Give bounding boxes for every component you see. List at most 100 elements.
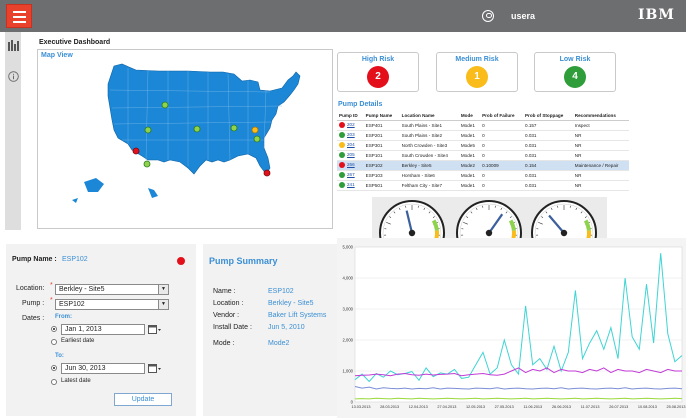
pump-details-table: Pump IDPump NameLocation NameModeProb of… <box>337 111 629 191</box>
table-row[interactable]: 266ESP102Berkley - Site5Mode20.100090.15… <box>337 160 629 170</box>
table-cell: ESP401 <box>364 120 400 130</box>
pump-id-link[interactable]: 241 <box>347 182 355 187</box>
series-line <box>355 398 682 399</box>
pump-id-link[interactable]: 204 <box>347 142 355 147</box>
pump-summary-title: Pump Summary <box>209 256 278 266</box>
table-cell: NR <box>573 170 629 180</box>
high-risk-card[interactable]: High Risk 2 <box>337 52 419 92</box>
status-dot-icon <box>339 142 345 148</box>
table-row[interactable]: 203ESP201South Plains - Site2Mode100.031… <box>337 130 629 140</box>
x-tick-label: 13.03.2013 <box>351 405 370 409</box>
earliest-date-label: Earliest date <box>61 338 94 344</box>
table-cell: North Crowden - Site3 <box>400 140 459 150</box>
summary-install-value: Jun 5, 2010 <box>268 324 305 331</box>
x-tick-label: 27.05.2013 <box>495 405 514 409</box>
to-date-radio[interactable] <box>51 365 57 371</box>
dates-label: Dates : <box>22 315 44 322</box>
table-cell: Mode1 <box>459 130 480 140</box>
status-dot-icon <box>339 162 345 168</box>
location-select[interactable]: Berkley - Site5 ▼ <box>55 284 169 295</box>
table-row[interactable]: 205ESP101South Crowden - Site4Mode100.03… <box>337 150 629 160</box>
info-icon[interactable] <box>8 71 19 82</box>
pump-id-link[interactable]: 202 <box>347 122 355 127</box>
column-header[interactable]: Location Name <box>400 111 459 120</box>
pump-select[interactable]: ESP102 ▼ <box>55 299 169 310</box>
table-cell: Horsham - Site6 <box>400 170 459 180</box>
pump-summary-panel: Pump Summary Name : ESP102 Location : Be… <box>203 244 337 416</box>
high-risk-count: 2 <box>367 66 389 88</box>
medium-risk-label: Medium Risk <box>437 56 517 63</box>
x-tick-label: 10.08.2013 <box>638 405 657 409</box>
status-dot-icon <box>339 132 345 138</box>
calendar-icon[interactable] <box>148 363 162 374</box>
chevron-down-icon[interactable]: ▼ <box>158 285 168 294</box>
user-circle-icon[interactable] <box>482 10 494 22</box>
status-dot-icon <box>339 172 345 178</box>
medium-risk-card[interactable]: Medium Risk 1 <box>436 52 518 92</box>
table-cell: NR <box>573 150 629 160</box>
table-cell: 0 <box>480 130 523 140</box>
x-tick-label: 25.08.2013 <box>666 405 685 409</box>
table-cell: Mode1 <box>459 170 480 180</box>
pump-id-link[interactable]: 205 <box>347 152 355 157</box>
table-row[interactable]: 204ESP301North Crowden - Site3Mode500.03… <box>337 140 629 150</box>
update-button[interactable]: Update <box>114 393 172 406</box>
pump-name-value: ESP102 <box>62 256 88 263</box>
location-label: Location: <box>16 285 44 292</box>
latest-date-radio[interactable] <box>51 379 57 385</box>
table-cell: Berkley - Site5 <box>400 160 459 170</box>
column-header[interactable]: Pump Name <box>364 111 400 120</box>
hamburger-menu-icon[interactable] <box>6 4 32 28</box>
pump-id-link[interactable]: 266 <box>347 162 355 167</box>
from-date-input[interactable]: Jan 1, 2013 <box>61 324 145 335</box>
y-tick-label: 0 <box>351 400 354 405</box>
plot-area <box>355 247 682 402</box>
column-header[interactable]: Recommendations <box>573 111 629 120</box>
status-dot-icon <box>339 152 345 158</box>
table-row[interactable]: 241ESP501Feltham City - Site7Mode100.031… <box>337 180 629 190</box>
table-cell: South Crowden - Site4 <box>400 150 459 160</box>
table-cell: Feltham City - Site7 <box>400 180 459 190</box>
table-cell: NR <box>573 180 629 190</box>
table-cell: Mode1 <box>459 150 480 160</box>
low-risk-card[interactable]: Low Risk 4 <box>534 52 616 92</box>
column-header[interactable]: Prob of Stoppage <box>523 111 573 120</box>
bar-chart-icon[interactable] <box>8 40 19 51</box>
us-map[interactable] <box>38 50 334 230</box>
y-tick-label: 5,000 <box>343 245 354 250</box>
medium-risk-count: 1 <box>466 66 488 88</box>
summary-location-value: Berkley - Site5 <box>268 300 314 307</box>
column-header[interactable]: Pump ID <box>337 111 364 120</box>
pump-id-link[interactable]: 267 <box>347 172 355 177</box>
table-cell: 0 <box>480 150 523 160</box>
earliest-date-radio[interactable] <box>51 339 57 345</box>
y-tick-label: 1,000 <box>343 369 354 374</box>
table-cell: South Plains - Site1 <box>400 120 459 130</box>
table-cell: NR <box>573 140 629 150</box>
from-date-radio[interactable] <box>51 326 57 332</box>
table-row[interactable]: 267ESP103Horsham - Site6Mode100.031NR <box>337 170 629 180</box>
summary-vendor-label: Vendor : <box>213 312 239 319</box>
time-series-chart: 5,0004,0003,0002,0001,000013.03.201328.0… <box>337 238 686 418</box>
pump-status-indicator <box>177 257 185 265</box>
table-cell: ESP103 <box>364 170 400 180</box>
column-header[interactable]: Mode <box>459 111 480 120</box>
to-date-input[interactable]: Jun 30, 2013 <box>61 363 145 374</box>
table-cell: Inspect <box>573 120 629 130</box>
column-header[interactable]: Prob of Failure <box>480 111 523 120</box>
calendar-icon[interactable] <box>148 324 162 335</box>
table-cell: Mode1 <box>459 120 480 130</box>
username[interactable]: usera <box>511 11 535 21</box>
table-cell: 0 <box>480 170 523 180</box>
chevron-down-icon[interactable]: ▼ <box>158 300 168 309</box>
table-row[interactable]: 202ESP401South Plains - Site1Mode100.157… <box>337 120 629 130</box>
latest-date-label: Latest date <box>61 378 91 384</box>
from-label: From: <box>55 314 72 320</box>
low-risk-count: 4 <box>564 66 586 88</box>
table-cell: 0 <box>480 180 523 190</box>
pump-filter-panel: Pump Name : ESP102 Location: * Berkley -… <box>6 244 196 416</box>
table-cell: 0.154 <box>523 160 573 170</box>
pump-id-link[interactable]: 203 <box>347 132 355 137</box>
table-cell: ESP301 <box>364 140 400 150</box>
table-cell: 0.031 <box>523 180 573 190</box>
